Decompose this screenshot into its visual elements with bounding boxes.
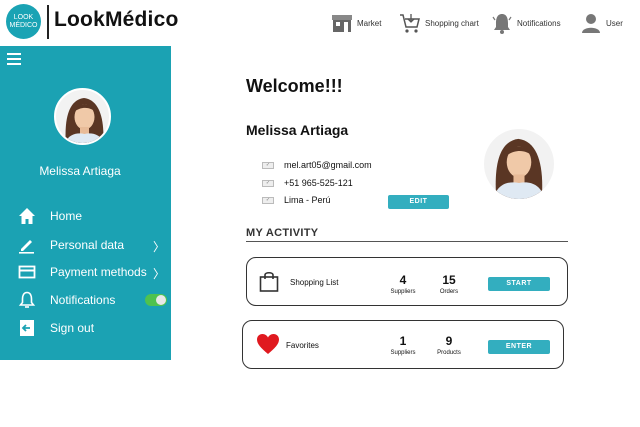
toggle-knob — [156, 295, 166, 305]
hamburger-menu-icon[interactable] — [7, 53, 21, 65]
stat-value: 15 — [442, 273, 456, 287]
sidebar-item-home[interactable]: Home — [17, 206, 167, 226]
credit-card-icon — [17, 262, 37, 282]
bell-icon — [17, 290, 37, 310]
nav-market-label: Market — [357, 18, 382, 28]
sidebar-user-name: Melissa Artiaga — [39, 164, 121, 178]
sidebar-item-label: Notifications — [50, 293, 116, 307]
card-label: Shopping List — [290, 278, 339, 287]
market-icon — [332, 15, 352, 32]
stat-value: 1 — [399, 334, 407, 348]
chevron-right-icon: 〉 — [152, 240, 165, 254]
shopping-list-card[interactable]: Shopping List 4 Suppliers 15 Orders STAR… — [246, 257, 568, 306]
sign-out-icon — [17, 318, 37, 338]
location-row: ✓ Lima - Perú — [262, 193, 331, 207]
stat-value: 9 — [445, 334, 453, 348]
bell-icon — [492, 14, 512, 34]
nav-user-label: User — [606, 18, 623, 28]
card-label: Favorites — [286, 341, 319, 350]
user-icon — [582, 14, 600, 33]
heart-icon — [257, 334, 279, 354]
sidebar: Melissa Artiaga Home Personal data 〉 Pay… — [0, 46, 171, 360]
sidebar-item-label: Home — [50, 209, 83, 223]
edit-button[interactable]: EDIT — [388, 195, 449, 209]
email-value: mel.art05@gmail.com — [284, 160, 372, 170]
nav-shopping-chart[interactable]: Shopping chart — [399, 10, 479, 36]
sidebar-avatar[interactable] — [54, 88, 111, 145]
stat-label: Products — [437, 350, 461, 356]
phone-row: ✓ +51 965-525-121 — [262, 176, 353, 190]
app-name[interactable]: LookMédico — [54, 8, 179, 32]
nav-market[interactable]: Market — [331, 10, 381, 36]
logo-line-1: LOOK — [13, 14, 34, 21]
profile-name: Melissa Artiaga — [246, 122, 349, 138]
nav-shopping-chart-label: Shopping chart — [425, 18, 479, 28]
logo-badge[interactable]: LOOK MÉDICO — [6, 4, 41, 39]
sidebar-item-label: Payment methods — [50, 265, 147, 279]
email-row: ✓ mel.art05@gmail.com — [262, 158, 372, 172]
email-icon: ✓ — [262, 161, 274, 169]
sidebar-item-personal-data[interactable]: Personal data 〉 — [17, 235, 167, 255]
stat-label: Orders — [439, 289, 459, 295]
cart-icon — [400, 14, 420, 33]
favorites-card[interactable]: Favorites 1 Suppliers 9 Products ENTER — [242, 320, 564, 369]
top-header: LOOK MÉDICO LookMédico Market Shopping c… — [0, 0, 640, 46]
nav-user[interactable]: User — [580, 10, 623, 36]
nav-notifications-label: Notifications — [517, 18, 561, 28]
suppliers-stat: 1 Suppliers — [383, 334, 423, 356]
sidebar-item-label: Personal data — [50, 238, 125, 252]
logo-line-2: MÉDICO — [9, 22, 38, 29]
orders-stat: 15 Orders — [429, 273, 469, 295]
pencil-icon — [17, 235, 37, 255]
shopping-bag-icon — [259, 271, 279, 292]
location-value: Lima - Perú — [284, 195, 331, 205]
sidebar-item-payment-methods[interactable]: Payment methods 〉 — [17, 262, 167, 282]
activity-heading: MY ACTIVITY — [246, 227, 319, 239]
chevron-right-icon: 〉 — [152, 267, 165, 281]
logo-divider — [47, 5, 49, 39]
sidebar-item-sign-out[interactable]: Sign out — [17, 318, 167, 338]
stat-value: 4 — [399, 273, 407, 287]
activity-divider — [246, 241, 568, 242]
start-button[interactable]: START — [488, 277, 550, 291]
profile-avatar[interactable] — [484, 129, 554, 199]
suppliers-stat: 4 Suppliers — [383, 273, 423, 295]
location-icon: ✓ — [262, 196, 274, 204]
enter-button[interactable]: ENTER — [488, 340, 550, 354]
stat-label: Suppliers — [390, 350, 416, 356]
products-stat: 9 Products — [429, 334, 469, 356]
sidebar-item-label: Sign out — [50, 321, 95, 335]
welcome-heading: Welcome!!! — [246, 76, 343, 96]
stat-label: Suppliers — [390, 289, 416, 295]
nav-notifications[interactable]: Notifications — [491, 10, 561, 36]
notifications-toggle[interactable] — [145, 294, 167, 306]
phone-icon: ✓ — [262, 179, 274, 187]
home-icon — [17, 206, 37, 226]
phone-value: +51 965-525-121 — [284, 178, 353, 188]
